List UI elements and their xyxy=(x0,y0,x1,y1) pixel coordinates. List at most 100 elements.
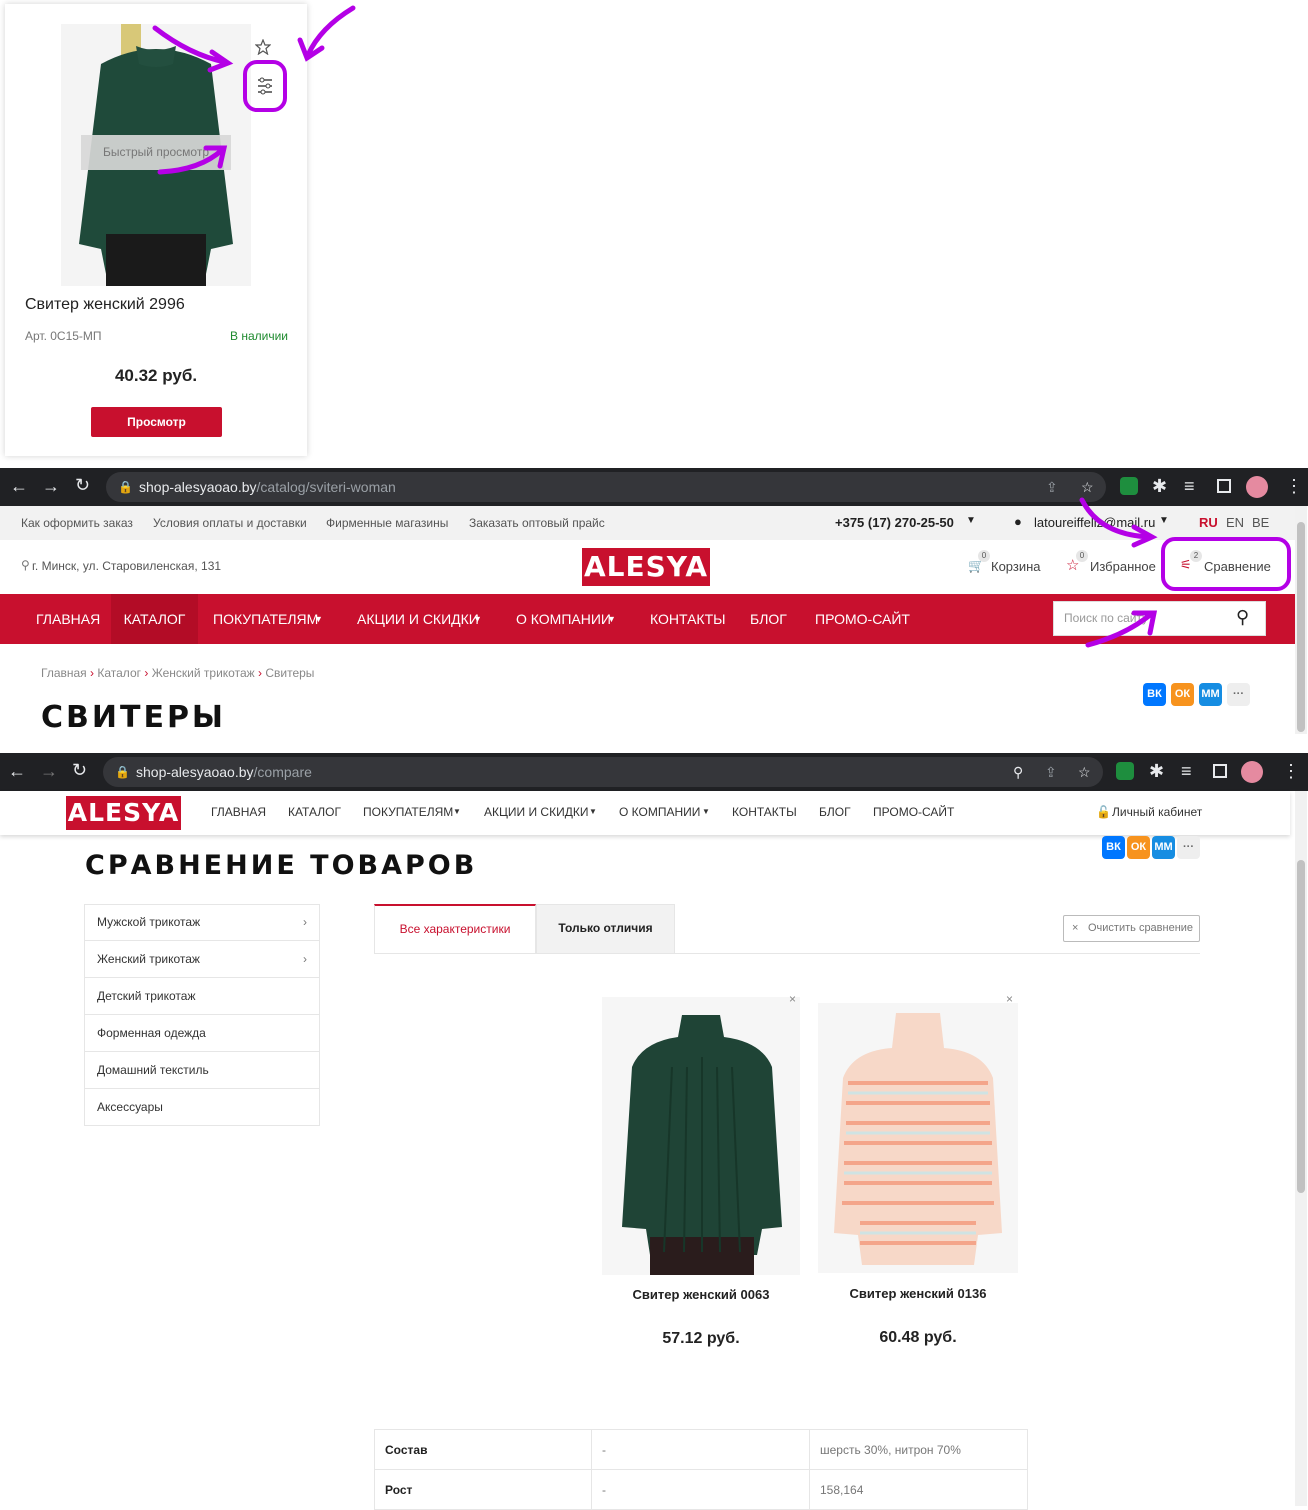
address-bar[interactable]: 🔒 shop-alesyaoao.by/catalog/sviteri-woma… xyxy=(106,472,1106,502)
nav-customers-caret-icon[interactable]: ▼ xyxy=(314,594,323,644)
search-icon[interactable]: ⚲ xyxy=(1236,607,1249,628)
menu-dots-icon[interactable]: ⋮ xyxy=(1282,761,1300,782)
share-ok-icon[interactable]: ОК xyxy=(1127,836,1150,859)
nav-contacts[interactable]: КОНТАКТЫ xyxy=(650,594,726,644)
share-icon[interactable]: ⇪ xyxy=(1045,757,1057,787)
reload-icon[interactable]: ↻ xyxy=(72,760,87,781)
remove-product-icon[interactable]: × xyxy=(1006,992,1013,1006)
lang-en[interactable]: EN xyxy=(1226,515,1244,530)
extensions-puzzle-icon[interactable]: ✱ xyxy=(1149,761,1164,782)
nav-promotions[interactable]: АКЦИИ И СКИДКИ xyxy=(484,805,588,819)
share-more-icon[interactable]: ··· xyxy=(1177,836,1200,859)
profile-avatar[interactable] xyxy=(1241,761,1263,783)
topbar-link[interactable]: Условия оплаты и доставки xyxy=(153,516,307,530)
account-link[interactable]: Личный кабинет xyxy=(1112,805,1202,819)
media-list-icon[interactable]: ≡ xyxy=(1181,761,1192,782)
nav-promotions-caret-icon[interactable]: ▼ xyxy=(589,807,597,816)
extension-shield-icon[interactable] xyxy=(1116,762,1134,780)
sidebar-item-home-textile[interactable]: Домашний текстиль xyxy=(84,1052,320,1089)
product-article: Арт. 0С15-МП xyxy=(25,329,102,343)
nav-about[interactable]: О КОМПАНИИ xyxy=(516,594,611,644)
nav-promo-site[interactable]: ПРОМО-САЙТ xyxy=(815,594,910,644)
compare-product-name[interactable]: Свитер женский 0136 xyxy=(817,1286,1019,1301)
nav-customers-caret-icon[interactable]: ▼ xyxy=(453,807,461,816)
compare-link[interactable]: Сравнение xyxy=(1204,559,1271,574)
compare-product-image[interactable] xyxy=(602,997,800,1275)
cart-link[interactable]: Корзина xyxy=(991,559,1041,574)
share-mm-icon[interactable]: ММ xyxy=(1152,836,1175,859)
topbar-link[interactable]: Заказать оптовый прайс xyxy=(469,516,605,530)
breadcrumb-item[interactable]: Каталог xyxy=(97,666,141,680)
product-price: 40.32 руб. xyxy=(114,366,198,385)
nav-home[interactable]: ГЛАВНАЯ xyxy=(211,805,266,819)
bookmark-star-icon[interactable]: ☆ xyxy=(1078,757,1091,787)
share-vk-icon[interactable]: ВК xyxy=(1102,836,1125,859)
sidebar-item-accessories[interactable]: Аксессуары xyxy=(84,1089,320,1126)
nav-catalog[interactable]: КАТАЛОГ xyxy=(111,594,198,644)
sidepanel-icon[interactable] xyxy=(1213,764,1227,778)
share-icon[interactable]: ⇪ xyxy=(1046,472,1058,502)
scrollbar-thumb[interactable] xyxy=(1297,860,1305,1193)
nav-contacts[interactable]: КОНТАКТЫ xyxy=(732,805,797,819)
nav-blog[interactable]: БЛОГ xyxy=(750,594,787,644)
table-cell: шерсть 30%, нитрон 70% xyxy=(809,1429,1028,1470)
site-logo[interactable]: ALESYA xyxy=(582,548,710,586)
forward-icon[interactable]: → xyxy=(40,761,58,782)
extension-shield-icon[interactable] xyxy=(1120,477,1138,495)
nav-promo-site[interactable]: ПРОМО-САЙТ xyxy=(873,805,954,819)
remove-product-icon[interactable]: × xyxy=(789,992,796,1006)
nav-catalog[interactable]: КАТАЛОГ xyxy=(288,805,341,819)
forward-icon[interactable]: → xyxy=(42,476,60,497)
nav-promotions[interactable]: АКЦИИ И СКИДКИ xyxy=(357,594,479,644)
sidebar-item-label: Мужской трикотаж xyxy=(97,915,201,929)
tab-all-characteristics[interactable]: Все характеристики xyxy=(374,904,536,954)
compare-product-image[interactable] xyxy=(818,1003,1018,1273)
zoom-icon[interactable]: ⚲ xyxy=(1013,757,1023,787)
media-list-icon[interactable]: ≡ xyxy=(1184,476,1195,497)
lang-ru[interactable]: RU xyxy=(1199,515,1218,530)
nav-about-caret-icon[interactable]: ▼ xyxy=(702,807,710,816)
site-logo[interactable]: ALESYA xyxy=(66,796,181,830)
page-title: СВИТЕРЫ xyxy=(41,700,227,735)
compare-product-name[interactable]: Свитер женский 0063 xyxy=(600,1287,802,1302)
nav-promotions-caret-icon[interactable]: ▼ xyxy=(473,594,482,644)
share-vk-icon[interactable]: ВК xyxy=(1143,683,1166,706)
nav-customers[interactable]: ПОКУПАТЕЛЯМ xyxy=(363,805,453,819)
menu-dots-icon[interactable]: ⋮ xyxy=(1285,476,1303,497)
share-ok-icon[interactable]: ОК xyxy=(1171,683,1194,706)
lang-be[interactable]: BE xyxy=(1252,515,1269,530)
back-icon[interactable]: ← xyxy=(8,761,26,782)
tab-differences-only[interactable]: Только отличия xyxy=(536,904,675,954)
sidebar-item-kids[interactable]: Детский трикотаж xyxy=(84,978,320,1015)
extensions-puzzle-icon[interactable]: ✱ xyxy=(1152,476,1167,497)
address-bar[interactable]: 🔒 shop-alesyaoao.by/compare ⚲ ⇪ ☆ xyxy=(103,757,1103,787)
phone-dropdown-icon[interactable]: ▼ xyxy=(966,515,976,526)
profile-avatar[interactable] xyxy=(1246,476,1268,498)
compare-product-price: 60.48 руб. xyxy=(879,1329,957,1346)
sidepanel-icon[interactable] xyxy=(1217,479,1231,493)
view-button[interactable]: Просмотр xyxy=(91,407,222,437)
table-row-label: Рост xyxy=(374,1469,592,1510)
clear-compare-button[interactable]: × Очистить сравнение xyxy=(1063,915,1200,942)
sidebar-item-uniform[interactable]: Форменная одежда xyxy=(84,1015,320,1052)
user-icon: ● xyxy=(1014,514,1022,529)
sidebar-item-men[interactable]: Мужской трикотаж › xyxy=(84,904,320,941)
nav-customers[interactable]: ПОКУПАТЕЛЯМ xyxy=(213,594,318,644)
nav-blog[interactable]: БЛОГ xyxy=(819,805,851,819)
sidebar-item-women[interactable]: Женский трикотаж › xyxy=(84,941,320,978)
characteristics-table: Состав - шерсть 30%, нитрон 70% Рост - 1… xyxy=(374,1429,1028,1510)
share-more-icon[interactable]: ··· xyxy=(1227,683,1250,706)
nav-about-caret-icon[interactable]: ▼ xyxy=(607,594,616,644)
topbar-link[interactable]: Фирменные магазины xyxy=(326,516,448,530)
breadcrumb-item[interactable]: Главная xyxy=(41,666,87,680)
nav-home[interactable]: ГЛАВНАЯ xyxy=(36,594,100,644)
breadcrumb-item[interactable]: Женский трикотаж xyxy=(152,666,255,680)
phone-number[interactable]: +375 (17) 270-25-50 xyxy=(835,515,954,530)
back-icon[interactable]: ← xyxy=(10,476,28,497)
scrollbar-thumb[interactable] xyxy=(1297,522,1305,732)
reload-icon[interactable]: ↻ xyxy=(75,475,90,496)
share-mm-icon[interactable]: ММ xyxy=(1199,683,1222,706)
nav-about[interactable]: О КОМПАНИИ xyxy=(619,805,700,819)
topbar-link[interactable]: Как оформить заказ xyxy=(21,516,133,530)
product-title[interactable]: Свитер женский 2996 xyxy=(25,296,185,314)
